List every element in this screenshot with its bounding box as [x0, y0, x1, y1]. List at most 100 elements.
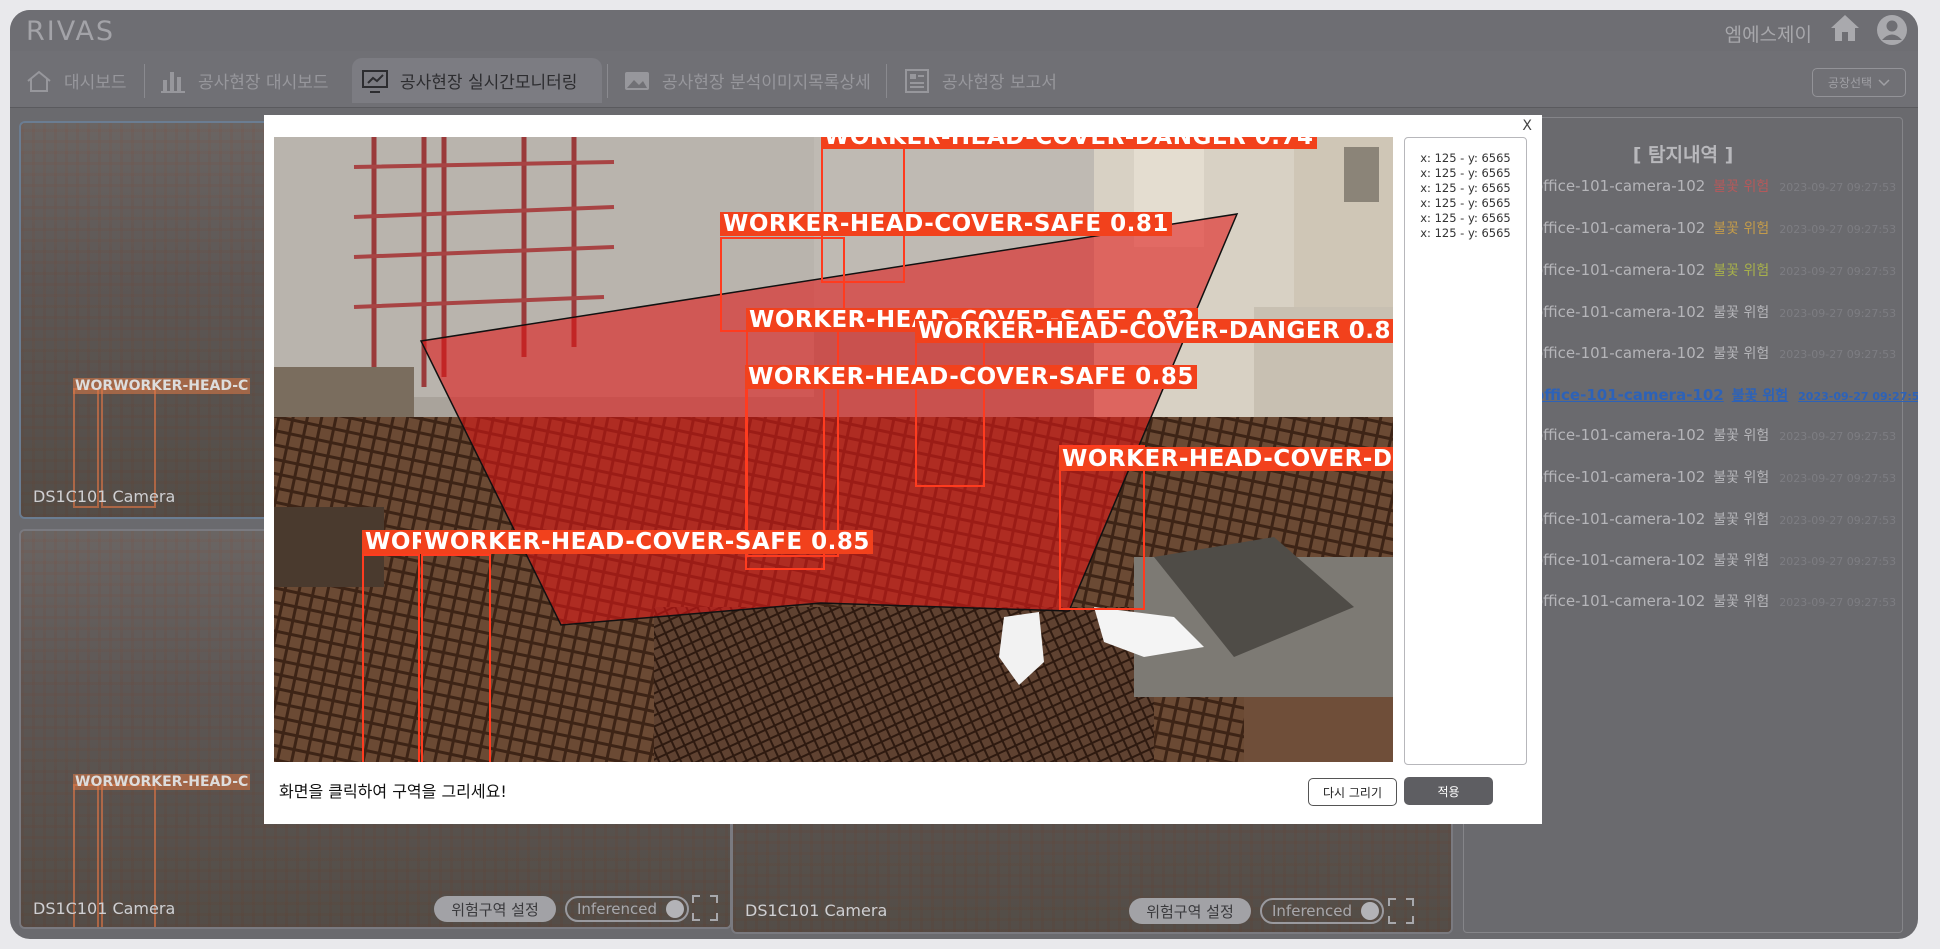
inference-toggle[interactable]: Inferenced — [565, 896, 689, 922]
detection-label: WORKER-HEAD-COVER-SAFE 0.81 — [720, 212, 1172, 236]
detection-list-item[interactable]: office-101-camera-102 불꽃 위험 2023-09-27 09:… — [1534, 218, 1896, 238]
detection-label: WORKER-HEAD-COVER-DANGER 0.74 — [821, 137, 1317, 149]
detection-list-item[interactable]: office-101-camera-102 불꽃 위험 2023-09-27 09:… — [1534, 385, 1918, 405]
danger-zone-button[interactable]: 위험구역 설정 — [1129, 898, 1251, 924]
detection-time: 2023-09-27 09:27:53 — [1779, 514, 1897, 527]
detection-list-item[interactable]: office-101-camera-102 불꽃 위험 2023-09-27 09:… — [1534, 550, 1896, 570]
detection-camera-name: office-101-camera-102 — [1534, 386, 1724, 404]
coordinate-list: x: 125 - y: 6565 x: 125 - y: 6565 x: 125… — [1404, 137, 1527, 765]
danger-zone-button[interactable]: 위험구역 설정 — [434, 896, 556, 922]
camera-label: DS1C101 Camera — [745, 901, 888, 920]
detection-camera-name: office-101-camera-102 — [1534, 426, 1706, 444]
detection-time: 2023-09-27 09:27:53 — [1798, 390, 1918, 403]
apply-button[interactable]: 적용 — [1404, 777, 1493, 805]
fullscreen-icon[interactable] — [691, 894, 719, 922]
nav-divider — [886, 64, 887, 98]
tab-label: 공사현장 분석이미지목록상세 — [662, 73, 871, 93]
detection-time: 2023-09-27 09:27:53 — [1779, 555, 1897, 568]
detection-status: 불꽃 위험 — [1713, 553, 1770, 569]
close-icon[interactable]: X — [1522, 118, 1532, 134]
detection-camera-name: office-101-camera-102 — [1534, 592, 1706, 610]
detection-status: 불꽃 위험 — [1713, 305, 1770, 321]
detection-camera-name: office-101-camera-102 — [1534, 219, 1706, 237]
tab-label: 공사현장 실시간모니터링 — [400, 73, 578, 93]
nav-divider — [607, 64, 608, 98]
detection-status: 불꽃 위험 — [1713, 512, 1770, 528]
tab-site-realtime-monitoring[interactable]: 공사현장 실시간모니터링 — [352, 58, 602, 103]
bar-chart-icon — [161, 71, 185, 93]
camera-label: DS1C101 Camera — [33, 487, 176, 506]
detection-status: 불꽃 위험 — [1713, 428, 1770, 444]
tab-site-image-detail[interactable]: 공사현장 분석이미지목록상세 — [614, 58, 879, 103]
detection-list-item[interactable]: office-101-camera-102 불꽃 위험 2023-09-27 09:… — [1534, 343, 1896, 363]
detection-list-item[interactable]: office-101-camera-102 불꽃 위험 2023-09-27 09:… — [1534, 260, 1896, 280]
detection-status: 불꽃 위험 — [1713, 470, 1770, 486]
detection-label: WORWORKER-HEAD-C — [73, 378, 251, 394]
coordinate-item: x: 125 - y: 6565 — [1420, 151, 1511, 165]
detection-time: 2023-09-27 09:27:53 — [1779, 265, 1897, 278]
zone-drawing-canvas[interactable]: WORKER-HEAD-COVER-DANGER 0.74 WORKER-HEA… — [274, 137, 1393, 762]
home-icon[interactable] — [1828, 13, 1862, 43]
coordinate-item: x: 125 - y: 6565 — [1420, 196, 1511, 210]
toggle-knob — [666, 900, 684, 918]
detection-time: 2023-09-27 09:27:53 — [1779, 596, 1897, 609]
detection-status: 불꽃 위험 — [1713, 346, 1770, 362]
user-name: 엠에스제이 — [1724, 24, 1812, 46]
detection-list-item[interactable]: office-101-camera-102 불꽃 위험 2023-09-27 09:… — [1534, 302, 1896, 322]
detection-list-item[interactable]: office-101-camera-102 불꽃 위험 2023-09-27 09:… — [1534, 467, 1896, 487]
toggle-label: Inferenced — [577, 900, 658, 918]
tab-label: 공사현장 보고서 — [942, 73, 1057, 93]
tab-site-dashboard[interactable]: 공사현장 대시보드 — [150, 58, 337, 103]
detection-label: WORKER-HEAD-COVER-DANGER 0.8 — [915, 319, 1393, 343]
detection-label: WORKER-HEAD-COVER-SAFE 0.85 — [421, 530, 873, 554]
nav-divider — [144, 64, 145, 98]
brand-logo[interactable]: RIVAS — [26, 16, 115, 47]
coordinate-item: x: 125 - y: 6565 — [1420, 226, 1511, 240]
detection-camera-name: office-101-camera-102 — [1534, 468, 1706, 486]
tab-label: 대시보드 — [64, 73, 127, 93]
fullscreen-icon[interactable] — [1387, 897, 1415, 925]
detection-status: 불꽃 위험 — [1713, 594, 1770, 610]
detection-list-item[interactable]: office-101-camera-102 불꽃 위험 2023-09-27 09:… — [1534, 425, 1896, 445]
detection-time: 2023-09-27 09:27:53 — [1779, 348, 1897, 361]
detection-time: 2023-09-27 09:27:53 — [1779, 223, 1897, 236]
detection-status: 불꽃 위험 — [1713, 263, 1770, 279]
detection-time: 2023-09-27 09:27:53 — [1779, 307, 1897, 320]
inference-toggle[interactable]: Inferenced — [1260, 898, 1384, 924]
tab-site-report[interactable]: 공사현장 보고서 — [894, 58, 1065, 103]
detection-camera-name: office-101-camera-102 — [1534, 177, 1706, 195]
tab-dashboard[interactable]: 대시보드 — [16, 58, 135, 103]
redraw-button[interactable]: 다시 그리기 — [1308, 778, 1397, 806]
app-window: RIVAS 엠에스제이 대시보드 공사현장 대시보드 공사현장 실시간모니터링 … — [10, 10, 1918, 939]
chevron-down-icon — [1878, 78, 1890, 86]
detection-camera-name: office-101-camera-102 — [1534, 551, 1706, 569]
toggle-label: Inferenced — [1272, 902, 1353, 920]
detection-status: 불꽃 위험 — [1731, 388, 1789, 404]
detection-box — [362, 554, 420, 762]
tab-label: 공사현장 대시보드 — [198, 73, 329, 93]
dashboard-icon — [27, 70, 51, 92]
factory-select[interactable]: 공장선택 — [1812, 68, 1906, 97]
detection-label: WORKER-HEAD-COVER-D — [1059, 447, 1393, 471]
detection-list-item[interactable]: office-101-camera-102 불꽃 위험 2023-09-27 09:… — [1534, 591, 1896, 611]
detection-time: 2023-09-27 09:27:53 — [1779, 181, 1897, 194]
draw-hint: 화면을 클릭하여 구역을 그리세요! — [279, 782, 507, 801]
detection-time: 2023-09-27 09:27:53 — [1779, 430, 1897, 443]
detection-list-item[interactable]: office-101-camera-102 불꽃 위험 2023-09-27 09:… — [1534, 509, 1896, 529]
user-icon[interactable] — [1876, 14, 1908, 46]
report-icon — [905, 68, 929, 93]
detection-status: 불꽃 위험 — [1713, 221, 1770, 237]
detection-camera-name: office-101-camera-102 — [1534, 261, 1706, 279]
coordinate-item: x: 125 - y: 6565 — [1420, 211, 1511, 225]
detection-camera-name: office-101-camera-102 — [1534, 510, 1706, 528]
image-icon — [625, 71, 649, 90]
detection-list-item[interactable]: office-101-camera-102 불꽃 위험 2023-09-27 09:… — [1534, 176, 1896, 196]
camera-label: DS1C101 Camera — [33, 899, 176, 918]
top-bar: RIVAS 엠에스제이 — [10, 10, 1918, 51]
detection-box — [421, 554, 491, 762]
coordinate-item: x: 125 - y: 6565 — [1420, 181, 1511, 195]
detection-status: 불꽃 위험 — [1713, 179, 1770, 195]
danger-zone-modal: X WORKER-HEAD-COVER-DANGER 0.74 WORKER-H… — [264, 115, 1542, 824]
detection-time: 2023-09-27 09:27:53 — [1779, 472, 1897, 485]
monitor-icon — [362, 69, 388, 93]
